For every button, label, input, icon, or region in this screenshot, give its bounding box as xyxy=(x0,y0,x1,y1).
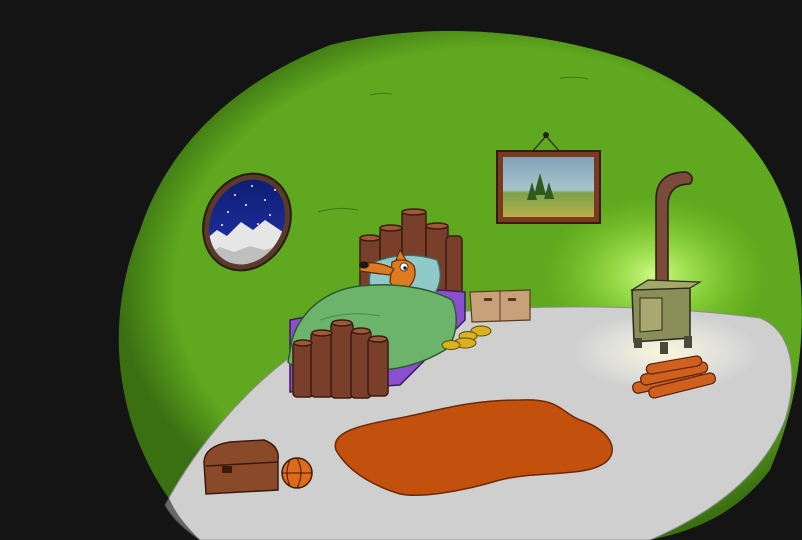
game-scene[interactable] xyxy=(0,0,802,540)
ball-icon[interactable] xyxy=(281,457,313,489)
chest-icon[interactable] xyxy=(203,439,279,495)
drawer-icon[interactable] xyxy=(469,289,531,323)
